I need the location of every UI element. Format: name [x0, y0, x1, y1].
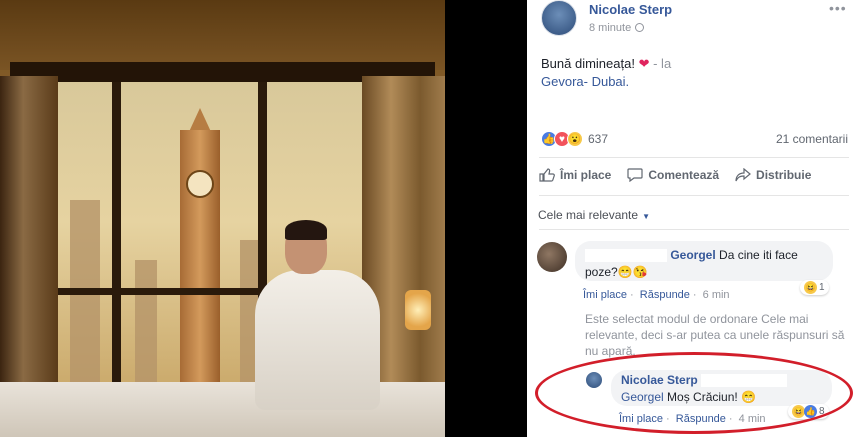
wow-reaction-icon: 😮 — [567, 131, 583, 147]
reply-time[interactable]: 4 min — [739, 413, 766, 425]
reply-emoji: 😁 — [741, 390, 757, 404]
sort-label: Cele mai relevante — [538, 208, 639, 222]
post-options-icon[interactable]: ••• — [829, 0, 847, 16]
post-greeting: Bună dimineața! — [541, 56, 635, 71]
heart-emoji-icon: ❤ — [638, 56, 650, 71]
post-text-suffix: - la — [653, 56, 672, 71]
comment-reply-link[interactable]: Răspunde — [640, 289, 690, 301]
reactions-summary[interactable]: 👍 ♥ 😮 637 — [541, 130, 608, 148]
commenter-avatar[interactable] — [537, 242, 567, 272]
reply-reply-link[interactable]: Răspunde — [676, 413, 726, 425]
share-button[interactable]: Distribuie — [735, 168, 811, 182]
sort-notice: Este selectat modul de ordonare Cele mai… — [585, 312, 845, 358]
post-time[interactable]: 8 minute — [589, 22, 631, 34]
comment-like-link[interactable]: Îmi place — [583, 289, 627, 301]
comment-emojis: 😁😘 — [617, 265, 648, 279]
post-sidebar: Nicolae Sterp 8 minute ••• Bună dimineaț… — [527, 0, 860, 437]
comment-reactions[interactable]: 😆 1 — [800, 280, 829, 295]
redacted-name — [701, 374, 788, 388]
comment-button-label: Comentează — [648, 168, 720, 182]
reply-bubble: Nicolae Sterp Georgel Moș Crăciun! 😁 — [611, 370, 832, 406]
post-text: Bună dimineața! ❤ - la Gevora- Dubai. — [541, 55, 841, 91]
comment-bubble: Georgel Da cine iti face poze?😁😘 — [575, 241, 833, 281]
comment-icon — [627, 168, 643, 182]
photo-ceiling — [0, 0, 445, 70]
reactions-count: 637 — [588, 132, 609, 146]
reply-author[interactable]: Nicolae Sterp — [621, 373, 698, 387]
author-avatar[interactable] — [541, 0, 577, 36]
comment-text-end: poze? — [585, 265, 618, 279]
post-author[interactable]: Nicolae Sterp — [589, 2, 672, 17]
reply-like-link[interactable]: Îmi place — [619, 413, 663, 425]
like-button[interactable]: Îmi place — [539, 168, 611, 182]
share-button-label: Distribuie — [756, 168, 812, 182]
like-button-label: Îmi place — [560, 168, 612, 182]
location-link[interactable]: Gevora- Dubai. — [541, 74, 629, 89]
reply-mention[interactable]: Georgel — [621, 390, 664, 404]
like-reaction-icon: 👍 — [804, 405, 817, 418]
comment-button[interactable]: Comentează — [627, 168, 719, 182]
photo-building — [70, 200, 100, 390]
divider — [539, 229, 849, 230]
comments-count-link[interactable]: 21 comentarii — [776, 132, 848, 146]
comment-reaction-count: 1 — [819, 282, 825, 293]
comment-actions: Îmi place · Răspunde · 6 min — [583, 289, 730, 301]
divider — [539, 157, 849, 158]
thumbs-up-icon — [539, 168, 555, 182]
comment-text-start: Da cine iti face — [719, 248, 798, 262]
reply-avatar[interactable] — [586, 372, 602, 388]
caret-down-icon: ▼ — [642, 212, 650, 221]
haha-reaction-icon: 😆 — [804, 281, 817, 294]
photo-person-bathrobe — [255, 270, 380, 410]
comment-time[interactable]: 6 min — [703, 289, 730, 301]
post-photo-area — [0, 0, 527, 437]
share-arrow-icon — [735, 168, 751, 182]
photo-building — [135, 260, 157, 390]
comment-author[interactable]: Georgel — [670, 248, 715, 262]
reply-actions: Îmi place · Răspunde · 4 min — [619, 413, 766, 425]
reply-text: Moș Crăciun! — [667, 390, 738, 404]
comment-sort-dropdown[interactable]: Cele mai relevante ▼ — [538, 208, 650, 222]
post-photo[interactable] — [0, 0, 445, 437]
photo-person-hair — [285, 220, 327, 240]
post-actions: Îmi place Comentează Distribuie — [539, 168, 849, 182]
divider — [539, 195, 849, 196]
photo-clock-face — [186, 170, 214, 198]
window-frame — [112, 78, 121, 398]
reply-reactions[interactable]: 😆 👍 8 — [788, 404, 829, 419]
reply-reaction-count: 8 — [819, 406, 825, 417]
globe-icon — [635, 23, 644, 32]
redacted-name — [585, 249, 667, 263]
photo-lamp — [405, 290, 431, 330]
